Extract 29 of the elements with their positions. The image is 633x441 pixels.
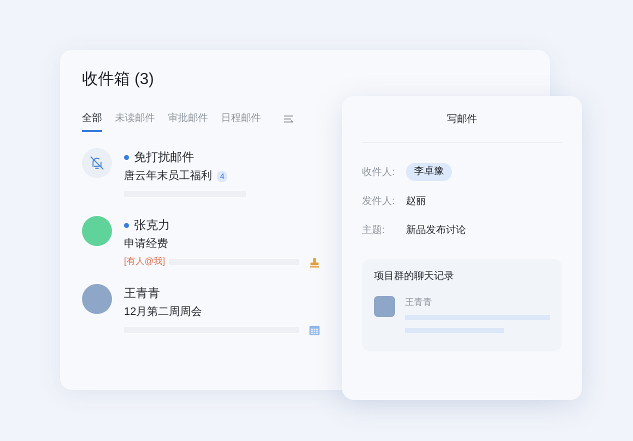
field-value: 赵丽 [406, 194, 426, 208]
mail-sender: 王青青 [124, 285, 160, 302]
mail-filter-tab[interactable]: 全部 [82, 106, 102, 132]
inbox-title: 收件箱 (3) [82, 70, 155, 90]
avatar [82, 216, 112, 246]
recipient-chip[interactable]: 李卓豫 [406, 163, 452, 181]
mention-tag: [有人@我] [124, 255, 166, 269]
field-label: 收件人: [362, 166, 396, 180]
mail-sender: 免打扰邮件 [134, 149, 194, 166]
avatar [374, 296, 395, 317]
field-label: 发件人: [362, 194, 396, 208]
avatar [82, 284, 112, 314]
sort-icon[interactable] [283, 114, 294, 124]
field-value: 新品发布讨论 [406, 224, 466, 238]
mail-filter-tab[interactable]: 审批邮件 [168, 106, 208, 132]
mail-filter-tab[interactable]: 未读邮件 [115, 106, 155, 132]
stamp-icon [309, 256, 320, 268]
mail-subject: 申请经费 [124, 236, 168, 252]
compose-title: 写邮件 [446, 112, 478, 126]
mail-filter-tab[interactable]: 日程邮件 [221, 106, 261, 132]
mail-subject: 唐云年末员工福利 [124, 168, 212, 184]
chat-sender: 王青青 [405, 296, 433, 308]
count-badge: 4 [217, 170, 228, 182]
mail-sender: 张克力 [134, 217, 170, 234]
muted-bell-icon [89, 155, 105, 171]
chat-record-title: 项目群的聊天记录 [374, 270, 455, 284]
mail-subject: 12月第二周周会 [124, 304, 202, 320]
calendar-icon [309, 324, 320, 336]
field-label: 主题: [362, 224, 386, 238]
